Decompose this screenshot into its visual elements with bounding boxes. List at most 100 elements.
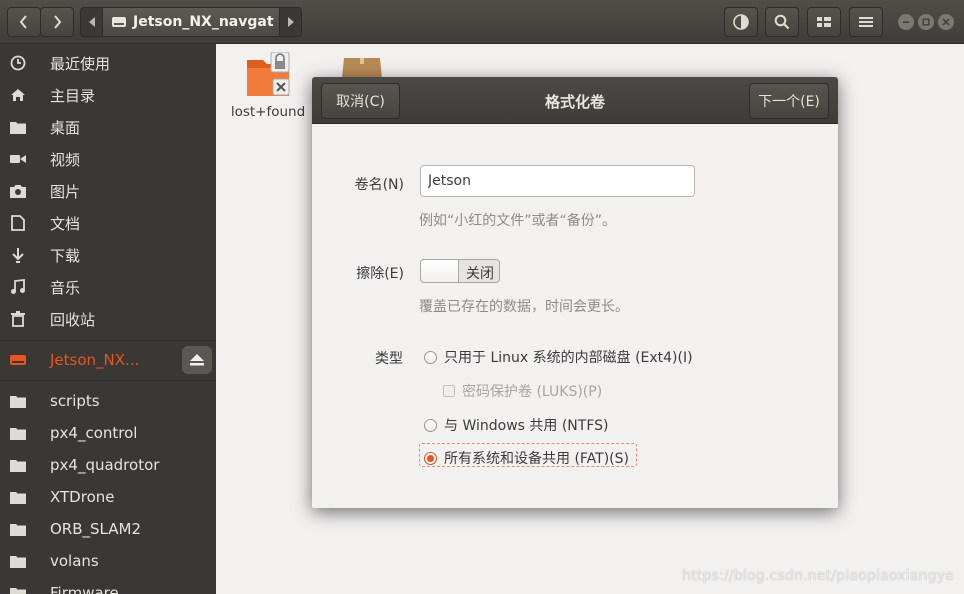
search-icon xyxy=(774,14,790,30)
checkbox-option-luks[interactable]: 密码保护卷 (LUKS)(P) xyxy=(443,381,602,401)
sidebar-item-trash[interactable]: 回收站 xyxy=(0,303,216,335)
close-button[interactable] xyxy=(938,14,954,30)
hamburger-icon xyxy=(859,17,873,27)
close-icon xyxy=(942,18,950,26)
clock-icon xyxy=(9,54,27,72)
sidebar-item-label: 下载 xyxy=(50,246,81,265)
file-name: lost+found xyxy=(230,104,306,120)
radio-option-label: 所有系统和设备共用 (FAT)(S) xyxy=(444,451,629,467)
checkbox-label: 密码保护卷 (LUKS)(P) xyxy=(462,384,603,400)
next-button[interactable]: 下一个(E) xyxy=(749,83,829,119)
document-icon xyxy=(9,214,27,232)
sidebar-item-recent[interactable]: 最近使用 xyxy=(0,47,216,79)
trash-icon xyxy=(9,310,27,328)
sidebar-item-label: 文档 xyxy=(50,214,81,233)
radio-button-selected[interactable] xyxy=(424,451,437,465)
sidebar-item-label: Firmware xyxy=(50,584,119,594)
path-bar: Jetson_NX_navgat xyxy=(80,7,302,37)
path-crumb-current[interactable]: Jetson_NX_navgat xyxy=(103,8,279,36)
triangle-right-icon xyxy=(287,17,294,27)
checkbox[interactable] xyxy=(443,385,455,397)
erase-switch[interactable]: 关闭 xyxy=(420,259,500,283)
sidebar-item-bookmark[interactable]: Firmware xyxy=(0,577,216,594)
switch-knob xyxy=(421,260,459,282)
triangle-left-icon xyxy=(88,17,95,27)
sidebar-item-bookmark[interactable]: ORB_SLAM2 xyxy=(0,513,216,545)
folder-icon xyxy=(9,118,27,136)
sidebar-item-music[interactable]: 音乐 xyxy=(0,271,216,303)
path-crumb-label: Jetson_NX_navgat xyxy=(133,14,274,30)
music-icon xyxy=(9,278,27,296)
sidebar-item-label: 桌面 xyxy=(50,118,81,137)
folder-icon xyxy=(9,488,27,506)
list-view-icon xyxy=(817,17,831,27)
watermark: https://blog.csdn.net/piaopiaoxiangye xyxy=(682,568,954,584)
file-item[interactable]: lost+found xyxy=(230,51,306,120)
home-icon xyxy=(9,86,27,104)
sidebar: 最近使用 主目录 桌面 视频 图片 文档 下载 音乐 回收站 Jetson_NX… xyxy=(0,44,216,594)
sidebar-item-label: 回收站 xyxy=(50,310,96,329)
type-label: 类型 xyxy=(375,351,403,367)
sidebar-item-bookmark[interactable]: volans xyxy=(0,545,216,577)
sidebar-item-pictures[interactable]: 图片 xyxy=(0,175,216,207)
video-icon xyxy=(9,150,27,168)
minimize-button[interactable] xyxy=(898,14,914,30)
radio-option-ext4[interactable]: 只用于 Linux 系统的内部磁盘 (Ext4)(I) xyxy=(424,347,693,367)
header-bar: Jetson_NX_navgat xyxy=(0,0,964,44)
package-icon xyxy=(342,58,382,78)
sidebar-separator xyxy=(0,340,216,341)
drive-icon xyxy=(112,17,126,27)
radio-button[interactable] xyxy=(424,418,437,432)
maximize-icon xyxy=(922,18,930,26)
volume-name-label: 卷名(N) xyxy=(354,177,404,193)
sidebar-item-bookmark[interactable]: scripts xyxy=(0,385,216,417)
sidebar-item-label: ORB_SLAM2 xyxy=(50,520,141,538)
sidebar-item-desktop[interactable]: 桌面 xyxy=(0,111,216,143)
path-scroll-right-button[interactable] xyxy=(279,8,301,36)
download-icon xyxy=(9,246,27,264)
sidebar-item-videos[interactable]: 视频 xyxy=(0,143,216,175)
chevron-left-icon xyxy=(19,15,27,29)
eject-button[interactable] xyxy=(182,346,212,374)
sidebar-item-label: 主目录 xyxy=(50,86,96,105)
search-button[interactable] xyxy=(765,7,799,37)
maximize-button[interactable] xyxy=(918,14,934,30)
dialog-header: 取消(C) 格式化卷 下一个(E) xyxy=(312,77,838,124)
menu-button[interactable] xyxy=(849,7,883,37)
sidebar-item-home[interactable]: 主目录 xyxy=(0,79,216,111)
radio-button[interactable] xyxy=(424,350,437,364)
contrast-icon xyxy=(733,14,749,30)
locked-folder-icon xyxy=(247,51,290,96)
drive-icon xyxy=(9,351,27,369)
sidebar-item-bookmark[interactable]: XTDrone xyxy=(0,481,216,513)
sidebar-item-label: XTDrone xyxy=(50,488,115,506)
sidebar-item-downloads[interactable]: 下载 xyxy=(0,239,216,271)
forward-button[interactable] xyxy=(40,7,74,37)
sidebar-item-bookmark[interactable]: px4_quadrotor xyxy=(0,449,216,481)
eject-icon xyxy=(190,354,204,366)
sidebar-item-label: scripts xyxy=(50,392,100,410)
radio-option-ntfs[interactable]: 与 Windows 共用 (NTFS) xyxy=(424,415,609,435)
erase-label: 擦除(E) xyxy=(356,266,404,282)
folder-icon xyxy=(9,392,27,410)
radio-option-label: 与 Windows 共用 (NTFS) xyxy=(444,418,609,434)
folder-icon xyxy=(9,456,27,474)
back-button[interactable] xyxy=(7,7,41,37)
sidebar-item-label: 最近使用 xyxy=(50,54,111,73)
sidebar-separator xyxy=(0,380,216,381)
folder-icon xyxy=(9,584,27,594)
sidebar-item-label: 视频 xyxy=(50,150,81,169)
view-options-button[interactable] xyxy=(724,7,758,37)
view-toggle-button[interactable] xyxy=(807,7,841,37)
switch-state-label: 关闭 xyxy=(466,266,494,282)
chevron-right-icon xyxy=(54,15,62,29)
radio-option-label: 只用于 Linux 系统的内部磁盘 (Ext4)(I) xyxy=(444,350,693,366)
volume-name-input[interactable] xyxy=(420,165,695,197)
radio-option-fat[interactable]: 所有系统和设备共用 (FAT)(S) xyxy=(424,448,629,468)
sidebar-item-bookmark[interactable]: px4_control xyxy=(0,417,216,449)
sidebar-item-label: 音乐 xyxy=(50,278,81,297)
sidebar-item-documents[interactable]: 文档 xyxy=(0,207,216,239)
sidebar-item-label: 图片 xyxy=(50,182,81,201)
sidebar-item-label: px4_quadrotor xyxy=(50,456,160,474)
path-scroll-left-button[interactable] xyxy=(81,8,103,36)
